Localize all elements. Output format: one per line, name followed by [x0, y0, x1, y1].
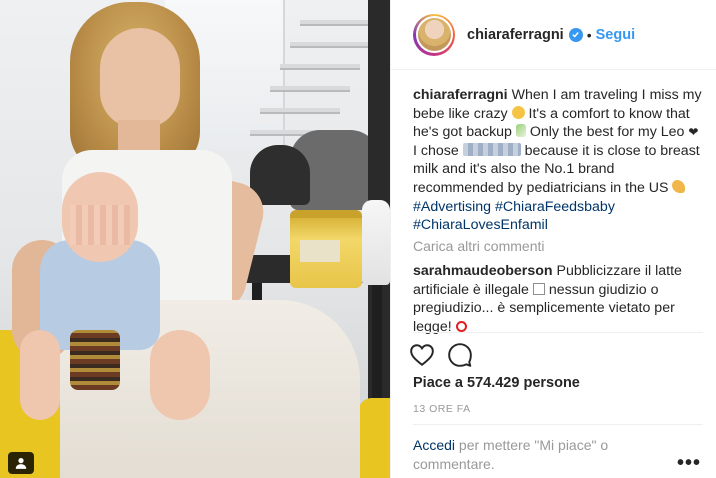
post-photo[interactable] [0, 0, 390, 478]
tagged-users-button[interactable] [8, 452, 34, 474]
avatar[interactable] [413, 13, 455, 56]
baby-bottle-emoji-icon [515, 124, 526, 138]
hashtag-link[interactable]: #ChiaraFeedsbaby [495, 199, 615, 215]
follow-button[interactable]: Segui [596, 27, 635, 43]
unknown-emoji-icon [532, 282, 545, 295]
flexed-biceps-emoji-icon [672, 179, 686, 193]
load-more-comments-link[interactable]: Carica altri commenti [413, 238, 544, 254]
action-bar [409, 342, 473, 373]
heart-emoji-icon: ❤ [688, 125, 699, 140]
login-link[interactable]: Accedi [413, 437, 455, 453]
comment: sarahmaudeoberson Pubblicizzare il latte… [413, 262, 703, 336]
blurred-brand-mention [462, 142, 521, 156]
grinning-emoji-icon [511, 105, 525, 119]
like-count[interactable]: Piace a 574.429 persone [413, 375, 580, 391]
post-timestamp[interactable]: 13 ORE FA [413, 403, 471, 415]
comment-button[interactable] [447, 342, 473, 373]
post-header: chiaraferragni • Segui [391, 0, 716, 70]
caption-username[interactable]: chiaraferragni [413, 87, 508, 103]
speech-bubble-icon [448, 343, 472, 367]
baby-bottle [362, 200, 390, 285]
baby-legs [150, 330, 210, 420]
ellipsis-icon[interactable]: ••• [677, 452, 701, 475]
verified-badge-icon [568, 27, 583, 42]
person-icon [15, 458, 27, 469]
comment-username[interactable]: sarahmaudeoberson [413, 263, 553, 279]
like-button[interactable] [409, 342, 435, 373]
caption-text: Only the best for my Leo [529, 124, 685, 141]
caption-text: I chose [413, 142, 459, 159]
avatar-image [415, 16, 453, 53]
post-caption: chiaraferragni When I am traveling I mis… [413, 86, 703, 235]
heart-outline-icon [410, 344, 434, 366]
post-sidebar: chiaraferragni • Segui chiaraferragni Wh… [390, 0, 716, 478]
no-entry-emoji-icon [455, 320, 467, 332]
hashtag-link[interactable]: #ChiaraLovesEnfamil [413, 217, 548, 233]
woman-face [100, 28, 180, 128]
baby-arm [20, 330, 60, 420]
header-separator: • [586, 26, 592, 43]
header-username[interactable]: chiaraferragni [467, 27, 564, 43]
login-prompt: Accedi per mettere "Mi piace" o commenta… [413, 436, 653, 473]
bracelets [70, 330, 120, 390]
divider [413, 424, 703, 425]
yellow-chair [358, 398, 390, 478]
table-leg [372, 283, 382, 403]
formula-can-label-blurred [300, 240, 340, 262]
divider [413, 332, 703, 333]
baby-face-blurred [70, 205, 130, 245]
hashtag-link[interactable]: #Advertising [413, 199, 491, 215]
